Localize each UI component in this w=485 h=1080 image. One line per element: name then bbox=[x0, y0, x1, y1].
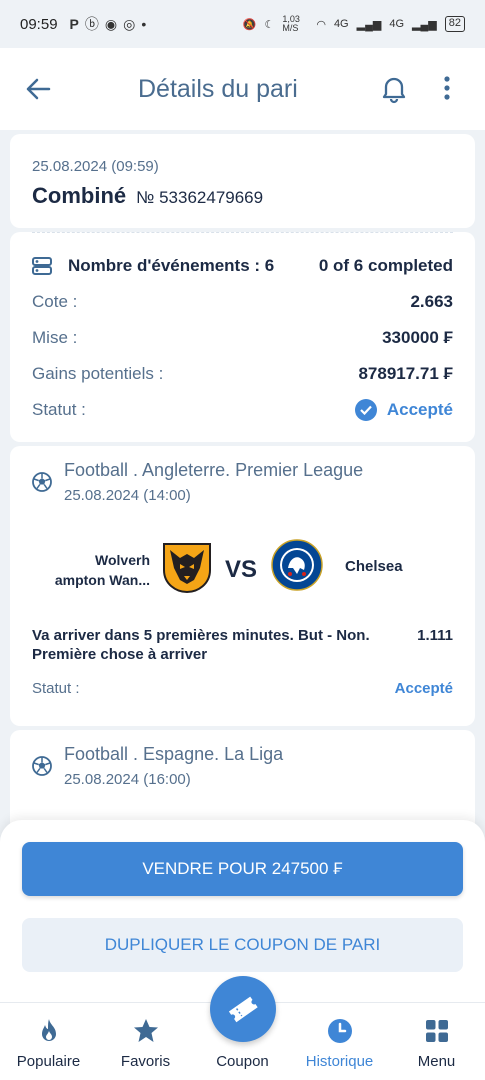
event-card[interactable]: Football . Angleterre. Premier League 25… bbox=[10, 446, 475, 726]
completed-count: 0 of 6 completed bbox=[318, 256, 453, 275]
event-date: 25.08.2024 (16:00) bbox=[64, 771, 191, 788]
match-teams: Wolverh ampton Wan... VS Chelsea bbox=[32, 504, 453, 614]
stake-value: 330000 ₣ bbox=[382, 328, 453, 347]
tab-label: Populaire bbox=[16, 1053, 81, 1070]
bet-header-card: 25.08.2024 (09:59) Combiné № 53362479669 bbox=[10, 134, 475, 228]
status-value: Accepté bbox=[386, 400, 453, 419]
status-badge: Accepté bbox=[354, 399, 453, 421]
duplicate-coupon-button[interactable]: DUPLIQUER LE COUPON DE PARI bbox=[22, 918, 463, 972]
tab-popular[interactable]: Populaire bbox=[0, 1003, 97, 1080]
tab-label: Favoris bbox=[120, 1053, 171, 1070]
football-icon bbox=[32, 756, 52, 776]
tab-menu[interactable]: Menu bbox=[388, 1003, 485, 1080]
event-league-row: Football . Angleterre. Premier League 25… bbox=[32, 458, 453, 504]
team-away-name: Chelsea bbox=[345, 558, 403, 575]
arrow-left-icon bbox=[26, 78, 51, 100]
team-home-name-line1: Wolverh bbox=[95, 552, 150, 568]
event-pick: Va arriver dans 5 premières minutes. But… bbox=[32, 627, 370, 663]
coupon-button[interactable] bbox=[210, 976, 276, 1042]
sell-button[interactable]: VENDRE POUR 247500 ₣ bbox=[22, 842, 463, 896]
battery-icon: 82 bbox=[444, 16, 465, 32]
event-league: Football . Angleterre. Premier League bbox=[64, 460, 364, 480]
wifi-icon: ◠ bbox=[316, 18, 326, 31]
event-league-row: Football . Espagne. La Liga 25.08.2024 (… bbox=[32, 742, 453, 788]
chelsea-logo-icon bbox=[271, 539, 323, 591]
event-date: 25.08.2024 (14:00) bbox=[64, 487, 191, 504]
wolves-logo-icon bbox=[163, 543, 211, 594]
odds-label: Cote : bbox=[32, 292, 78, 311]
bet-type: Combiné bbox=[32, 183, 127, 208]
dot-icon: • bbox=[141, 16, 147, 32]
signal-2-label: 4G bbox=[389, 18, 405, 30]
ticket-icon bbox=[228, 996, 258, 1023]
tab-history[interactable]: Historique bbox=[291, 1003, 388, 1080]
net-speed: 1,03 M/S bbox=[282, 14, 300, 33]
check-circle-icon bbox=[354, 399, 377, 421]
status-bar: 09:59 P ⓑ ◉ ◎ • 🔕 ☾ 1,03 M/S ◠ 4G ▂▄▆ 4G… bbox=[0, 0, 485, 48]
status-row: Statut : Accepté bbox=[32, 392, 453, 428]
event-league: Football . Espagne. La Liga bbox=[64, 744, 284, 764]
whatsapp-icon: ◉ bbox=[104, 15, 118, 32]
notif-p-icon: P bbox=[69, 16, 79, 32]
event-status-label: Statut : bbox=[32, 680, 80, 697]
tab-label: Coupon bbox=[216, 1053, 269, 1070]
flame-icon bbox=[41, 1019, 56, 1041]
potential-win-label: Gains potentiels : bbox=[32, 364, 164, 383]
bet-summary-card: Nombre d'événements : 6 0 of 6 completed… bbox=[10, 232, 475, 442]
bet-type-row: Combiné № 53362479669 bbox=[32, 183, 453, 209]
signal-1-icon: ▂▄▆ bbox=[356, 18, 382, 31]
app-header: Détails du pari bbox=[0, 48, 485, 130]
star-icon bbox=[133, 1019, 158, 1042]
messenger-icon: ◎ bbox=[123, 15, 136, 32]
page-title: Détails du pari bbox=[138, 74, 298, 103]
bet-number: № 53362479669 bbox=[136, 188, 264, 207]
event-status-value: Accepté bbox=[394, 680, 453, 697]
events-count-row: Nombre d'événements : 6 0 of 6 completed bbox=[32, 248, 453, 284]
signal-1-label: 4G bbox=[333, 18, 349, 30]
back-button[interactable] bbox=[20, 71, 56, 107]
moon-icon: ☾ bbox=[264, 18, 275, 31]
mute-icon: 🔕 bbox=[242, 18, 257, 31]
events-count: Nombre d'événements : 6 bbox=[68, 256, 275, 275]
stake-label: Mise : bbox=[32, 328, 78, 347]
notif-b-icon: ⓑ bbox=[84, 16, 99, 32]
team-home-name-line2: ampton Wan... bbox=[54, 572, 150, 588]
events-list-icon bbox=[32, 257, 52, 275]
clock-icon bbox=[327, 1019, 352, 1043]
football-icon bbox=[32, 472, 52, 492]
more-options-button[interactable] bbox=[437, 72, 457, 104]
signal-2-icon: ▂▄▆ bbox=[412, 18, 437, 31]
system-icons: 🔕 ☾ 1,03 M/S ◠ 4G ▂▄▆ 4G ▂▄▆ 82 bbox=[243, 15, 465, 33]
more-vertical-icon bbox=[444, 76, 450, 100]
notification-icons: P ⓑ ◉ ◎ • bbox=[70, 14, 147, 34]
tab-favorites[interactable]: Favoris bbox=[97, 1003, 194, 1080]
tab-label: Historique bbox=[305, 1053, 374, 1070]
potential-win-value: 878917.71 ₣ bbox=[358, 364, 453, 383]
status-label: Statut : bbox=[32, 400, 86, 419]
bottom-sheet: VENDRE POUR 247500 ₣ DUPLIQUER LE COUPON… bbox=[0, 820, 485, 1080]
stake-row: Mise : 330000 ₣ bbox=[32, 320, 453, 356]
grid-icon bbox=[425, 1020, 448, 1042]
team-home-name: Wolverh ampton Wan... bbox=[32, 550, 150, 590]
notifications-button[interactable] bbox=[378, 72, 410, 104]
bell-icon bbox=[382, 77, 406, 104]
event-pick-row: Va arriver dans 5 premières minutes. But… bbox=[32, 626, 453, 664]
potential-win-row: Gains potentiels : 878917.71 ₣ bbox=[32, 356, 453, 392]
event-odds: 1.111 bbox=[417, 627, 453, 644]
odds-row: Cote : 2.663 bbox=[32, 284, 453, 320]
event-status-row: Statut : Accepté bbox=[32, 680, 453, 697]
bet-date: 25.08.2024 (09:59) bbox=[32, 158, 159, 175]
odds-value: 2.663 bbox=[410, 292, 453, 311]
versus-label: VS bbox=[225, 556, 258, 583]
tab-label: Menu bbox=[417, 1053, 456, 1070]
status-time: 09:59 bbox=[20, 15, 58, 33]
